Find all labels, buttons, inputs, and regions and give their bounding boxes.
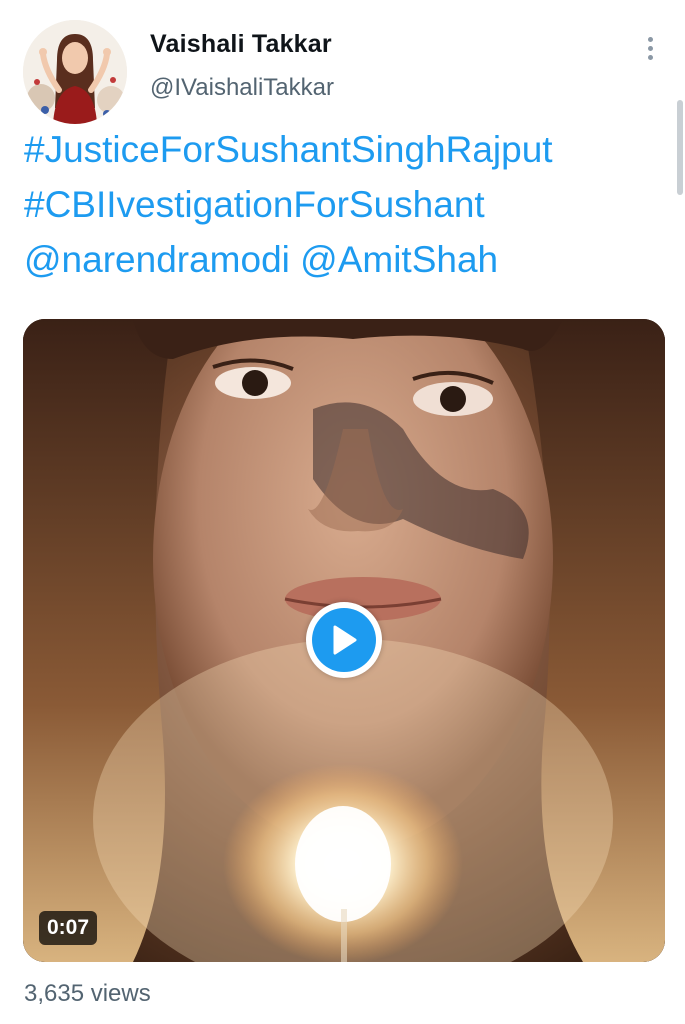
more-dot [647, 45, 653, 51]
view-count: 3,635 views [24, 980, 151, 1007]
author-display-name[interactable]: Vaishali Takkar [150, 30, 332, 59]
tweet-text: #JusticeForSushantSinghRajput #CBIIvesti… [24, 122, 664, 287]
avatar[interactable] [23, 20, 127, 124]
hashtag-justice-for-sushant[interactable]: #JusticeForSushantSinghRajput [24, 122, 664, 177]
mentions-line[interactable]: @narendramodi @AmitShah [24, 232, 664, 287]
author-handle[interactable]: @IVaishaliTakkar [150, 74, 334, 102]
play-button[interactable] [306, 602, 382, 678]
tweet: Vaishali Takkar @IVaishaliTakkar #Justic… [0, 0, 685, 1024]
hashtag-cbi-investigation[interactable]: #CBIIvestigationForSushant [24, 177, 664, 232]
play-icon [312, 608, 376, 672]
video-duration-badge: 0:07 [39, 911, 98, 945]
scrollbar-thumb[interactable] [677, 100, 683, 195]
more-vertical-icon[interactable] [636, 30, 664, 66]
more-dot [647, 36, 653, 42]
more-dot [647, 54, 653, 60]
